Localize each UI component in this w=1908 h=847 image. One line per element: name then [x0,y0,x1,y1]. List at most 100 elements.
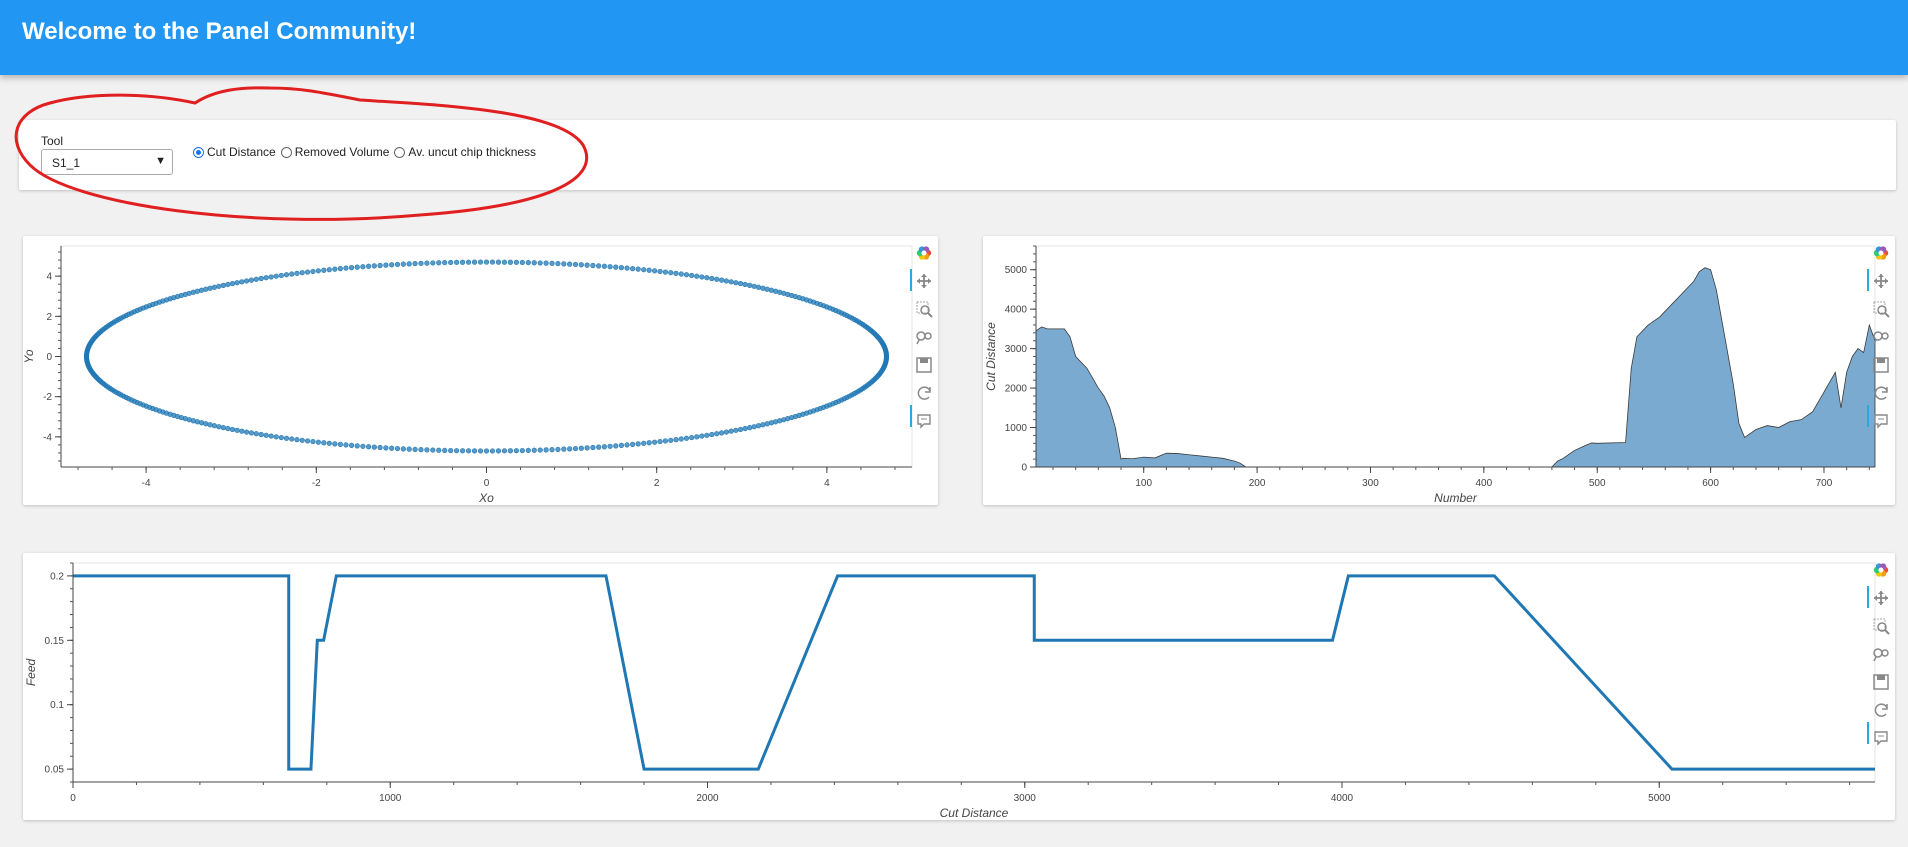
box-zoom-icon[interactable] [1873,301,1890,318]
radio-cut-distance[interactable]: Cut Distance [193,145,276,159]
scatter-point [737,426,744,433]
wheel-lens [916,331,926,341]
chart-svg: -4 -2 0 2 4 -4 -2 0 2 4 Xo Yo [22,245,933,505]
reset-icon[interactable] [1874,386,1888,400]
scatter-point [194,419,201,425]
scatter-point [723,278,730,284]
scatter-point [673,270,679,276]
scatter-point [383,262,389,268]
x-tick-label: 5000 [1648,793,1671,804]
scatter-point [531,447,537,453]
scatter-point [652,268,658,274]
scatter-point [704,432,710,438]
radio-dot[interactable] [280,146,292,158]
scatter-point [418,260,424,266]
radio-dot[interactable] [193,146,204,158]
plot-area [60,245,913,468]
y-tick-label: 4 [46,272,52,283]
scatter-point [412,260,418,267]
scatter-point [662,438,669,444]
scatter-point [760,285,766,291]
wheel-zoom-icon[interactable] [1873,648,1889,662]
wheel-zoom-icon[interactable] [1873,331,1889,345]
scatter-point [764,286,770,292]
scatter-point [220,425,226,431]
bokeh-logo-icon[interactable] [1873,563,1889,577]
hover-icon[interactable] [1874,414,1888,429]
save-icon[interactable] [916,357,932,373]
zoom-handle [1884,312,1890,318]
controls-panel: Tool S1_1 ▼ Cut Distance Removed Volume … [19,120,1896,190]
scatter-point [459,259,466,265]
scatter-point [442,447,448,454]
scatter-point [549,260,555,266]
scatter-point [477,259,484,265]
pan-icon[interactable] [1874,274,1888,288]
scatter-point [454,448,460,454]
scatter-point [289,436,295,442]
hover-bubble [1874,731,1888,746]
y-axis-label: Feed [24,659,38,687]
x-axis-label: Xo [478,491,494,505]
scatter-point [768,420,775,426]
pan-icon[interactable] [917,274,931,288]
bokeh-logo-icon[interactable] [1873,246,1889,260]
scatter-point [555,260,561,267]
scatter-point [454,259,460,265]
chevron-down-icon: ▼ [155,155,166,167]
scatter-point [348,442,355,448]
scatter-point [198,420,205,426]
scatter-point [354,443,360,449]
box-zoom-icon[interactable] [916,301,933,318]
radio-dot[interactable] [394,146,406,158]
hover-icon[interactable] [1874,731,1888,746]
scatter-point [728,428,734,434]
radio-av-uncut-chip-thickness[interactable]: Av. uncut chip thickness [394,145,536,159]
scatter-point [507,448,514,454]
tool-select[interactable]: S1_1 ▼ [41,149,173,175]
scatter-point [436,260,442,266]
scatter-point [430,260,436,266]
scatter-point [567,446,573,452]
reset-icon[interactable] [917,386,931,400]
scatter-point [377,444,383,451]
logo-center [1878,567,1884,573]
scatter-point [755,284,762,290]
save-icon[interactable] [1873,674,1889,690]
scatter-point [321,267,327,273]
radio-label: Cut Distance [207,145,276,159]
bokeh-logo-icon[interactable] [916,246,932,260]
scatter-point [733,280,739,286]
scatter-point [760,422,766,428]
pan-icon[interactable] [1874,591,1888,605]
scatter-point [742,425,748,432]
feed-line-plot: 0 1000 2000 3000 4000 5000 0.05 0.1 0.15 0.2 Cut D… [23,553,1895,820]
wheel-zoom-icon[interactable] [916,331,932,345]
scatter-point [383,445,389,451]
reset-icon[interactable] [1874,703,1888,717]
scatter-point [709,431,715,438]
scatter-point [459,448,466,454]
y-axis-label: Yo [23,349,36,363]
zoom-handle [927,312,933,318]
scatter-point [572,445,579,452]
scatter-point [489,259,496,265]
save-icon[interactable] [1873,357,1889,373]
scatter-point [630,266,636,272]
scatter-point [258,431,264,438]
app-header: Welcome to the Panel Community! [0,0,1908,75]
scatter-point [525,259,531,266]
scatter-point [613,264,619,270]
hover-icon[interactable] [917,414,931,429]
y-tick-label: 0 [1021,463,1027,474]
tool-label: Tool [41,134,64,148]
scatter-point [635,266,641,272]
radio-removed-volume[interactable]: Removed Volume [280,145,389,159]
scatter-point [584,445,590,451]
scatter-point [400,446,406,452]
scatter-point [337,266,343,272]
box-zoom-icon[interactable] [1873,618,1890,635]
scatter-point [683,272,690,278]
scatter-point [389,445,395,451]
scatter-point [207,285,213,291]
